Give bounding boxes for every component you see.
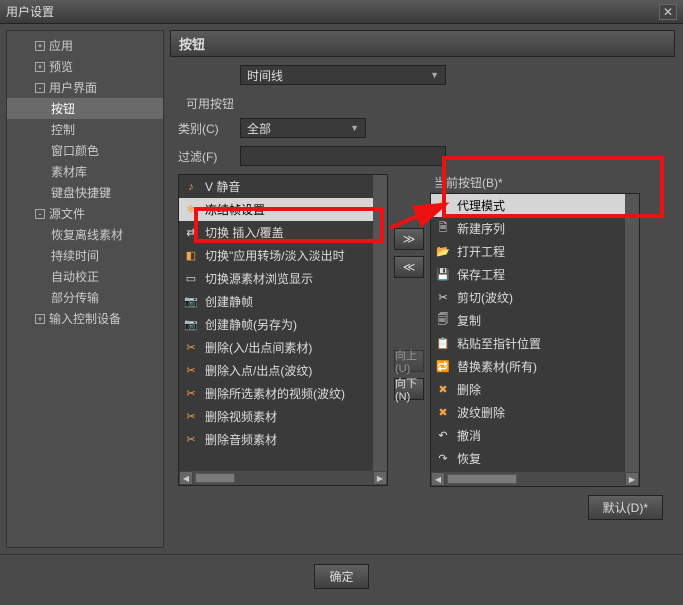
tree-item-duration[interactable]: 持续时间 [7, 245, 163, 266]
camera-icon: 📷 [183, 295, 199, 309]
list-item: 🔁替换素材(所有) [431, 355, 625, 378]
list-item: 📷创建静帧 [179, 290, 373, 313]
scrollbar-v[interactable] [373, 175, 387, 471]
tree-item-buttons[interactable]: 按钮 [7, 98, 163, 119]
tree-item-preview[interactable]: +预览 [7, 56, 163, 77]
switch-icon: ⇄ [183, 226, 199, 240]
tree-item-input[interactable]: +输入控制设备 [7, 308, 163, 329]
paste-icon: 📋 [435, 337, 451, 351]
delete-video-icon: ✂ [183, 387, 199, 401]
list-item: ♪V 静音 [179, 175, 373, 198]
transition-icon: ◧ [183, 249, 199, 263]
section-title: 按钮 [170, 30, 675, 57]
category-label: 类别(C) [178, 120, 240, 137]
list-item: ✖删除 [431, 378, 625, 401]
source-icon: ▭ [183, 272, 199, 286]
list-item: 📋粘贴至指针位置 [431, 332, 625, 355]
list-item: ✂删除入点/出点(波纹) [179, 359, 373, 382]
delete-ripple-icon: ✂ [183, 364, 199, 378]
open-icon: 📂 [435, 245, 451, 259]
scrollbar-v[interactable] [625, 194, 639, 472]
annotation-arrow-icon [388, 200, 458, 240]
list-item: ⇄切换 插入/覆盖 [179, 221, 373, 244]
list-item: ✂删除(入/出点间素材) [179, 336, 373, 359]
list-item: 💾保存工程 [431, 263, 625, 286]
tree-item-shortcuts[interactable]: 键盘快捷键 [7, 182, 163, 203]
list-item: ↶撤消 [431, 424, 625, 447]
list-item: ↷恢复 [431, 447, 625, 470]
available-label: 可用按钮 [178, 93, 675, 118]
delete-audio-icon: ✂ [183, 433, 199, 447]
settings-panel: 按钮 时间线▼ 可用按钮 类别(C) 全部▼ 过滤(F) ♪V 静音 ❄冻结帧设… [164, 24, 683, 554]
tree-item-app[interactable]: +应用 [7, 35, 163, 56]
current-label: 当前按钮(B)* [430, 174, 640, 193]
title-bar: 用户设置 ✕ [0, 0, 683, 24]
tree-item-source[interactable]: -源文件 [7, 203, 163, 224]
layout-combo[interactable]: 时间线▼ [240, 65, 446, 85]
tree-item-control[interactable]: 控制 [7, 119, 163, 140]
copy-icon: 🗐 [435, 314, 451, 328]
freeze-icon: ❄ [183, 203, 199, 217]
available-list[interactable]: ♪V 静音 ❄冻结帧设置 ⇄切换 插入/覆盖 ◧切换"应用转场/淡入淡出时 ▭切… [178, 174, 388, 486]
tree-item-restore[interactable]: 恢复离线素材 [7, 224, 163, 245]
move-down-button[interactable]: 向下(N) [394, 378, 424, 400]
list-item: ✂剪切(波纹) [431, 286, 625, 309]
tree-item-wincolor[interactable]: 窗口颜色 [7, 140, 163, 161]
remove-button[interactable]: ≪ [394, 256, 424, 278]
scrollbar-h[interactable]: ◀▶ [179, 471, 387, 485]
list-item: 🗐复制 [431, 309, 625, 332]
list-item: 📂打开工程 [431, 240, 625, 263]
delete-icon: ✂ [183, 341, 199, 355]
list-item: ✂删除音频素材 [179, 428, 373, 451]
list-item: ✂删除所选素材的视频(波纹) [179, 382, 373, 405]
delete2-icon: ✖ [435, 383, 451, 397]
save-icon: 💾 [435, 268, 451, 282]
list-item-selected: ❄冻结帧设置 [179, 198, 373, 221]
redo-icon: ↷ [435, 452, 451, 466]
delete-vclip-icon: ✂ [183, 410, 199, 424]
category-combo[interactable]: 全部▼ [240, 118, 366, 138]
close-button[interactable]: ✕ [659, 4, 677, 20]
replace-icon: 🔁 [435, 360, 451, 374]
mute-icon: ♪ [183, 180, 199, 194]
filter-input[interactable] [240, 146, 446, 166]
cut-icon: ✂ [435, 291, 451, 305]
tree-item-partial[interactable]: 部分传输 [7, 287, 163, 308]
camera-save-icon: 📷 [183, 318, 199, 332]
main-area: +应用 +预览 -用户界面 按钮 控制 窗口颜色 素材库 键盘快捷键 -源文件 … [0, 24, 683, 554]
move-up-button[interactable]: 向上(U) [394, 350, 424, 372]
list-item: ▭切换源素材浏览显示 [179, 267, 373, 290]
filter-label: 过滤(F) [178, 148, 240, 165]
footer: 确定 [0, 554, 683, 598]
list-item-selected: ✎代理模式 [431, 194, 625, 217]
list-item: ◧切换"应用转场/淡入淡出时 [179, 244, 373, 267]
scrollbar-h[interactable]: ◀▶ [431, 472, 639, 486]
window-title: 用户设置 [6, 3, 54, 20]
default-button[interactable]: 默认(D)* [588, 495, 663, 520]
list-item: 📷创建静帧(另存为) [179, 313, 373, 336]
current-list[interactable]: ✎代理模式 🗎新建序列 📂打开工程 💾保存工程 ✂剪切(波纹) 🗐复制 📋粘贴至… [430, 193, 640, 487]
undo-icon: ↶ [435, 429, 451, 443]
ok-button[interactable]: 确定 [314, 564, 368, 589]
nav-tree: +应用 +预览 -用户界面 按钮 控制 窗口颜色 素材库 键盘快捷键 -源文件 … [6, 30, 164, 548]
list-item: ✖波纹删除 [431, 401, 625, 424]
list-item: 🗎新建序列 [431, 217, 625, 240]
list-item: ✂删除视频素材 [179, 405, 373, 428]
ripple-del-icon: ✖ [435, 406, 451, 420]
tree-item-library[interactable]: 素材库 [7, 161, 163, 182]
tree-item-autofix[interactable]: 自动校正 [7, 266, 163, 287]
tree-item-ui[interactable]: -用户界面 [7, 77, 163, 98]
